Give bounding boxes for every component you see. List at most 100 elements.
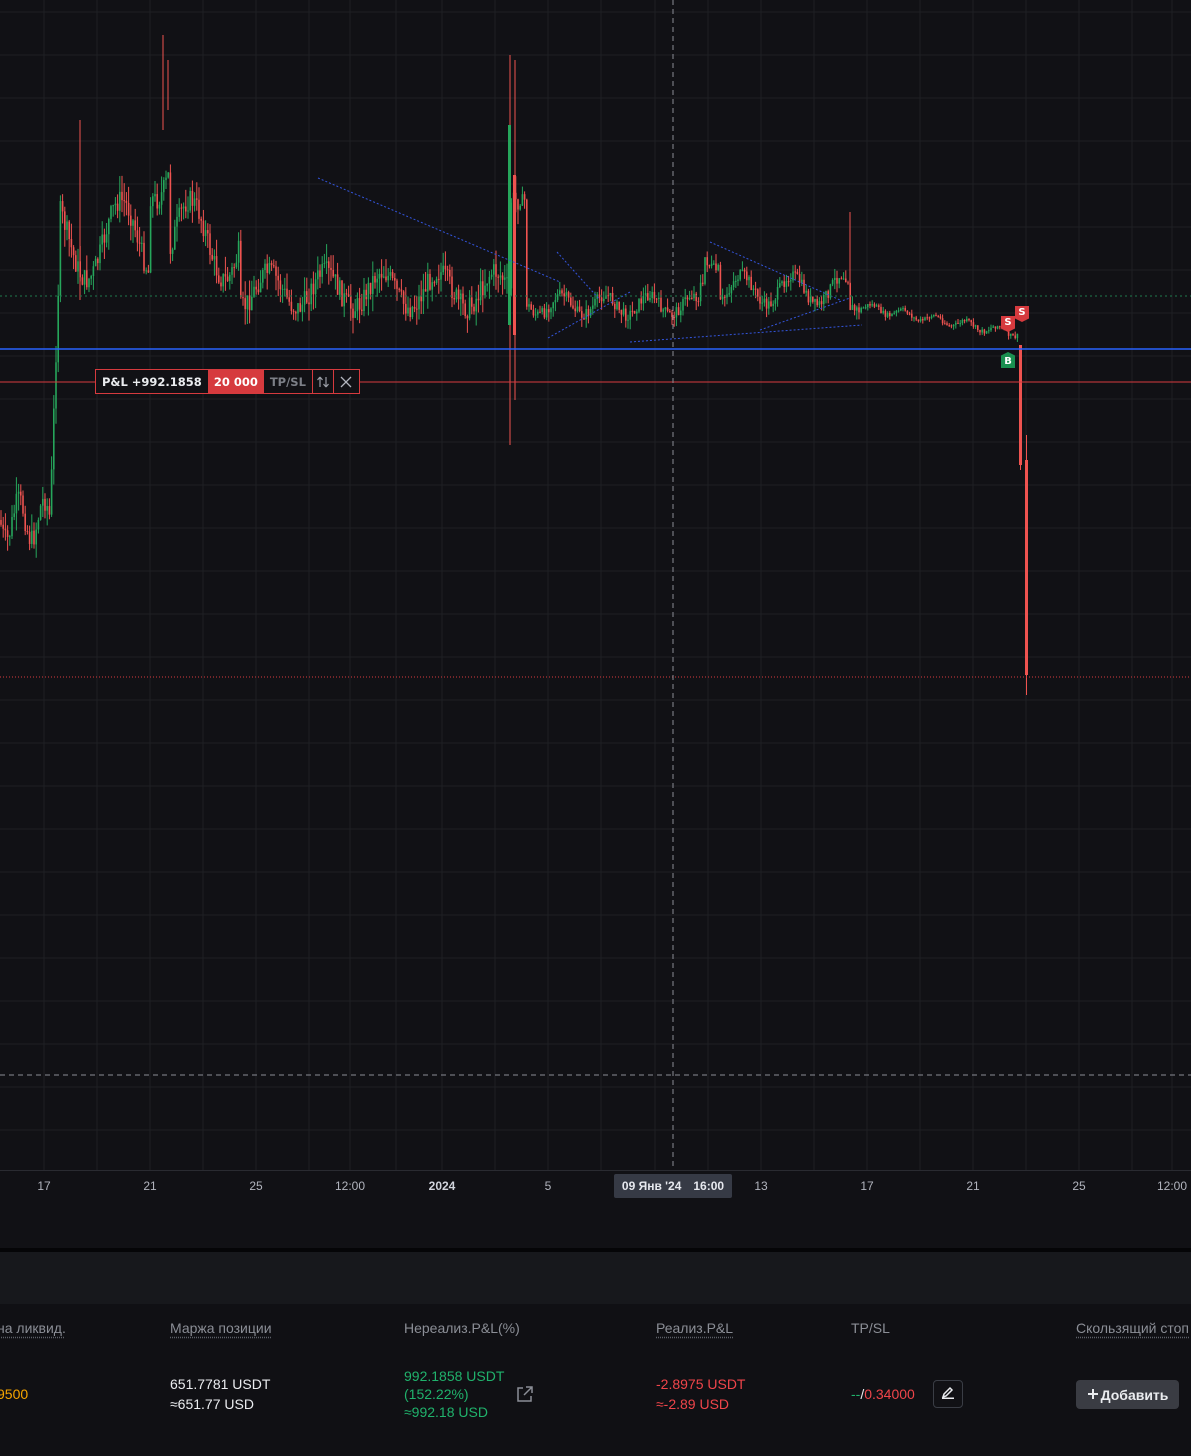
candle-body — [449, 269, 451, 277]
candle-body — [567, 292, 570, 298]
candle-body — [988, 330, 990, 332]
candle-body — [174, 226, 176, 250]
candle-body — [999, 326, 1001, 328]
candle-body — [783, 281, 785, 287]
candle-body — [160, 192, 163, 205]
add-trailing-stop-button[interactable]: Добавить — [1076, 1380, 1179, 1409]
candle-body — [125, 200, 128, 203]
candle-body — [407, 307, 409, 314]
candle-body — [563, 293, 565, 297]
candle-body — [185, 206, 187, 212]
candle-body — [242, 297, 244, 299]
candle-body — [845, 278, 847, 283]
candle-body — [871, 304, 873, 306]
candle-body — [26, 531, 29, 533]
candle-body — [189, 190, 191, 211]
candle-body — [48, 506, 51, 515]
candle-body — [640, 298, 642, 304]
candle-body — [257, 289, 260, 293]
candle-body — [981, 329, 983, 333]
candle-body — [88, 278, 90, 288]
candle-body — [207, 230, 209, 234]
candle-body — [334, 274, 337, 277]
candle-body — [101, 234, 103, 245]
candle-body — [4, 528, 7, 531]
candle-body — [770, 301, 772, 307]
candle-body — [944, 323, 946, 325]
candle-body — [488, 276, 491, 284]
candle-body — [840, 278, 843, 280]
candle-body — [211, 254, 213, 260]
candle-body — [396, 280, 398, 289]
candle-body — [365, 289, 367, 300]
candle-body — [539, 311, 541, 313]
tpsl-button[interactable]: TP/SL — [264, 370, 313, 393]
candle-body — [178, 207, 180, 217]
candle-body — [570, 297, 572, 306]
position-pnl-label[interactable]: P&L +992.1858 20 000 TP/SL — [95, 369, 360, 394]
candle-body — [928, 317, 931, 319]
candle-body — [50, 469, 53, 515]
candle-body — [1016, 333, 1019, 339]
chart-canvas[interactable] — [0, 0, 1191, 1170]
candle-body — [882, 310, 884, 314]
candle-body — [917, 319, 920, 322]
candle-body — [862, 307, 865, 309]
candle-body — [616, 301, 618, 310]
candle-body — [356, 298, 359, 312]
candle-body — [842, 278, 845, 280]
candle-body — [578, 306, 581, 312]
candle-body — [279, 280, 282, 290]
candle-body — [284, 288, 286, 290]
candle-body — [748, 276, 750, 281]
candle-body — [196, 198, 198, 200]
candle-body — [754, 288, 757, 290]
candle-body — [68, 221, 70, 240]
candle-body — [719, 264, 722, 300]
tpsl-values: --/0.34000 — [851, 1385, 915, 1403]
candle-body — [702, 282, 704, 284]
candle-body — [28, 531, 31, 544]
candle-body — [114, 203, 117, 206]
time-tick: 13 — [754, 1179, 768, 1193]
candle-body — [950, 325, 953, 327]
candle-body — [642, 295, 645, 304]
candle-body — [581, 311, 583, 318]
candle-body — [92, 266, 95, 276]
candle-body — [317, 270, 319, 280]
edit-tpsl-button[interactable] — [933, 1380, 963, 1408]
candle-body — [649, 298, 651, 301]
candle-body — [182, 206, 185, 209]
candle-body — [873, 304, 876, 307]
candle-body — [737, 279, 739, 281]
share-icon[interactable] — [515, 1385, 534, 1409]
candle-body — [684, 297, 686, 299]
candle-body — [765, 298, 768, 309]
candle-body — [231, 267, 233, 275]
candle-body — [57, 295, 59, 363]
candle-body — [306, 291, 308, 303]
candle-body — [548, 309, 550, 313]
candle-body — [440, 272, 442, 280]
candle-body — [607, 295, 609, 297]
candle-body — [464, 303, 466, 317]
time-axis[interactable]: 17 21 25 12:00 2024 5 13 17 21 25 12:00 … — [0, 1170, 1191, 1248]
position-quantity: 20 000 — [207, 370, 264, 393]
candle-body — [222, 274, 224, 287]
candle-body — [893, 312, 895, 314]
candle-body — [935, 314, 937, 316]
candle-body — [858, 307, 860, 313]
candle-body — [420, 296, 422, 302]
unrealized-pnl-usdt: 992.1858 USDT — [404, 1368, 505, 1384]
candle-body — [369, 282, 372, 294]
reverse-arrows-icon[interactable] — [313, 370, 334, 393]
candle-body — [990, 327, 992, 331]
price-chart[interactable]: P&L +992.1858 20 000 TP/SL S S B — [0, 0, 1191, 1170]
candle-body — [534, 314, 537, 316]
candle-body — [220, 282, 222, 287]
margin-usd: ≈651.77 USD — [170, 1396, 254, 1412]
candle-body — [251, 296, 253, 311]
candle-body — [13, 513, 15, 517]
candle-body — [132, 220, 134, 226]
close-icon[interactable] — [334, 370, 359, 393]
